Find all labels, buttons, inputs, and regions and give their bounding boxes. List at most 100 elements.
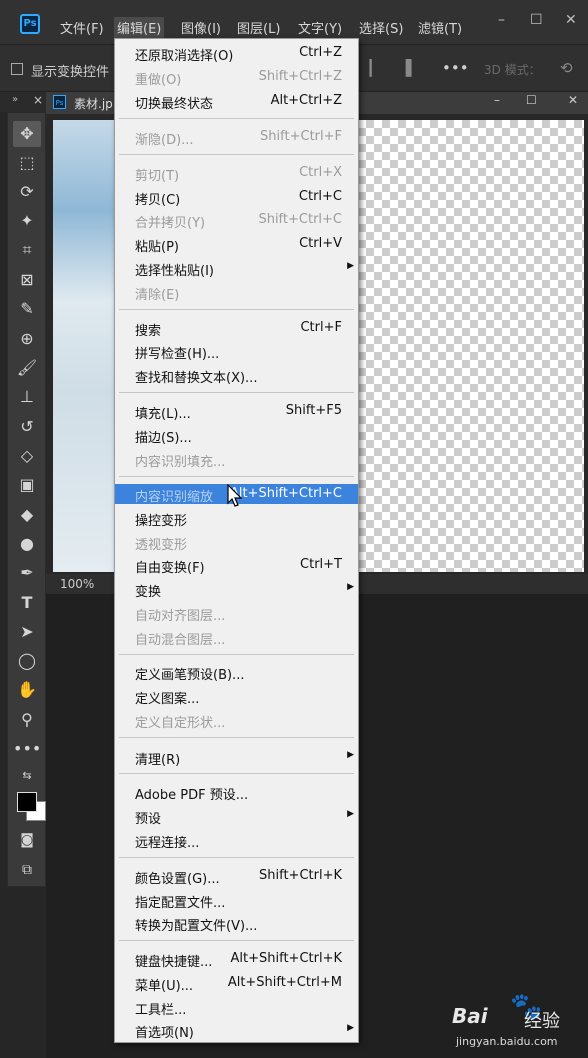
menu-convert-profile[interactable]: 转换为配置文件(V)... <box>115 912 358 934</box>
menu-stroke[interactable]: 描边(S)... <box>115 424 358 446</box>
distribute-icon[interactable]: ┃ <box>366 59 375 77</box>
zoom-icon[interactable]: ⚲ <box>13 707 41 733</box>
blur-icon[interactable]: ◆ <box>13 502 41 528</box>
maximize-icon[interactable]: ☐ <box>530 12 543 28</box>
crop-icon[interactable]: ⌗ <box>13 237 41 263</box>
menu-toggle-last-state[interactable]: 切换最终状态 Alt+Ctrl+Z <box>115 90 358 112</box>
menu-check-spelling[interactable]: 拼写检查(H)... <box>115 340 358 362</box>
menu-file[interactable]: 文件(F) <box>60 18 104 37</box>
menu-menus[interactable]: 菜单(U)... Alt+Shift+Ctrl+M <box>115 972 358 994</box>
menu-keyboard-shortcuts[interactable]: 键盘快捷键... Alt+Shift+Ctrl+K <box>115 948 358 970</box>
submenu-arrow-icon: ▶ <box>347 809 354 819</box>
screen-mode-icon[interactable]: ⧉ <box>13 857 41 883</box>
separator <box>119 392 354 393</box>
menu-pdf-presets[interactable]: Adobe PDF 预设... <box>115 781 358 803</box>
menu-edit[interactable]: 编辑(E) <box>114 17 165 38</box>
menu-auto-blend: 自动混合图层... <box>135 633 226 648</box>
separator <box>119 118 354 119</box>
menu-purge[interactable]: 清理(R) ▶ <box>115 746 358 768</box>
healing-icon[interactable]: ⊕ <box>13 326 41 352</box>
minimize-icon[interactable]: – <box>498 12 505 28</box>
show-transform-checkbox[interactable] <box>11 63 23 75</box>
menu-content-aware-fill: 内容识别填充... <box>135 455 226 470</box>
submenu-arrow-icon: ▶ <box>347 261 354 271</box>
submenu-arrow-icon: ▶ <box>347 582 354 592</box>
collapse-panel-icon[interactable]: » <box>12 94 18 105</box>
3d-mode-label: 3D 模式： <box>484 63 541 77</box>
watermark-cn: 经验 <box>524 1011 560 1032</box>
menu-preferences[interactable]: 首选项(N) ▶ <box>115 1019 358 1041</box>
separator <box>119 857 354 858</box>
type-icon[interactable]: T <box>13 590 41 616</box>
menu-fill[interactable]: 填充(L)... Shift+F5 <box>115 400 358 422</box>
menu-paste-special[interactable]: 选择性粘贴(I) ▶ <box>115 257 358 279</box>
menu-perspective-warp: 透视变形 <box>135 538 188 553</box>
foreground-color[interactable] <box>17 792 37 812</box>
magic-wand-icon[interactable]: ✦ <box>13 208 41 234</box>
dodge-icon[interactable]: ● <box>13 531 41 557</box>
history-brush-icon[interactable]: ↺ <box>13 414 41 440</box>
menu-auto-align: 自动对齐图层... <box>135 609 226 624</box>
brush-icon[interactable]: 🖌 <box>13 355 41 381</box>
menu-redo: 重做(O) Shift+Ctrl+Z <box>135 69 342 88</box>
separator <box>119 773 354 774</box>
submenu-arrow-icon: ▶ <box>347 1023 354 1033</box>
more-tools-icon[interactable]: ••• <box>13 736 41 762</box>
menu-define-pattern[interactable]: 定义图案... <box>115 685 358 707</box>
marquee-icon[interactable]: ⬚ <box>13 150 41 176</box>
doc-minimize-icon[interactable]: – <box>494 93 500 107</box>
mouse-cursor-icon <box>227 484 243 507</box>
path-select-icon[interactable]: ➤ <box>13 619 41 645</box>
zoom-level[interactable]: 100% <box>60 577 94 591</box>
menu-cut: 剪切(T) Ctrl+X <box>135 165 342 184</box>
menu-fade: 渐隐(D)... Shift+Ctrl+F <box>135 129 342 148</box>
hand-icon[interactable]: ✋ <box>13 677 41 703</box>
menu-puppet-warp[interactable]: 操控变形 <box>115 507 358 529</box>
eyedropper-icon[interactable]: ✎ <box>13 296 41 322</box>
document-name: 素材.jp <box>74 97 113 111</box>
menu-filter[interactable]: 滤镜(T) <box>418 18 462 37</box>
menu-image[interactable]: 图像(I) <box>181 18 221 37</box>
pen-icon[interactable]: ✒ <box>13 560 41 586</box>
more-options-icon[interactable]: ••• <box>442 59 469 77</box>
ellipse-icon[interactable]: ◯ <box>13 648 41 674</box>
3d-rotate-icon[interactable]: ⟲ <box>560 59 573 77</box>
photoshop-logo-icon: Ps <box>20 14 40 34</box>
eraser-icon[interactable]: ◇ <box>13 443 41 469</box>
doc-maximize-icon[interactable]: ☐ <box>526 93 537 107</box>
edit-menu: 还原取消选择(O) Ctrl+Z 重做(O) Shift+Ctrl+Z 切换最终状态… <box>114 38 359 1043</box>
align-icon[interactable]: ▐ <box>400 59 412 77</box>
move-icon[interactable]: ✥ <box>13 121 41 147</box>
menu-layer[interactable]: 图层(L) <box>237 18 280 37</box>
separator <box>119 476 354 477</box>
menu-paste[interactable]: 粘贴(P) Ctrl+V <box>115 233 358 255</box>
menu-presets[interactable]: 预设 ▶ <box>115 805 358 827</box>
swap-colors-icon[interactable]: ⇆ <box>13 763 41 789</box>
menu-search[interactable]: 搜索 Ctrl+F <box>115 317 358 339</box>
menu-free-transform[interactable]: 自由变换(F) Ctrl+T <box>115 554 358 576</box>
menu-type[interactable]: 文字(Y) <box>298 18 342 37</box>
menu-color-settings[interactable]: 颜色设置(G)... Shift+Ctrl+K <box>115 865 358 887</box>
frame-icon[interactable]: ⊠ <box>13 267 41 293</box>
doc-close-icon[interactable]: ✕ <box>568 93 578 107</box>
lasso-icon[interactable]: ⟳ <box>13 179 41 205</box>
stamp-icon[interactable]: ⊥ <box>13 384 41 410</box>
menu-find-replace[interactable]: 查找和替换文本(X)... <box>115 364 358 386</box>
menu-copy[interactable]: 拷贝(C) Ctrl+C <box>115 186 358 208</box>
menu-assign-profile[interactable]: 指定配置文件... <box>115 889 358 911</box>
close-icon[interactable]: ✕ <box>565 12 577 28</box>
gradient-icon[interactable]: ▣ <box>13 472 41 498</box>
close-panel-icon[interactable]: × <box>33 93 43 107</box>
menu-define-shape: 定义自定形状... <box>135 716 226 731</box>
quick-mask-icon[interactable]: ◙ <box>13 827 41 853</box>
canvas-image <box>53 120 115 572</box>
menu-define-brush[interactable]: 定义画笔预设(B)... <box>115 661 358 683</box>
menu-select[interactable]: 选择(S) <box>359 18 403 37</box>
menu-toolbar[interactable]: 工具栏... <box>115 996 358 1018</box>
menu-transform[interactable]: 变换 ▶ <box>115 578 358 600</box>
menu-undo[interactable]: 还原取消选择(O) Ctrl+Z <box>115 42 358 64</box>
separator <box>119 737 354 738</box>
menu-remote-connections[interactable]: 远程连接... <box>115 829 358 851</box>
separator <box>119 309 354 310</box>
watermark-brand: Bai <box>452 1004 488 1028</box>
